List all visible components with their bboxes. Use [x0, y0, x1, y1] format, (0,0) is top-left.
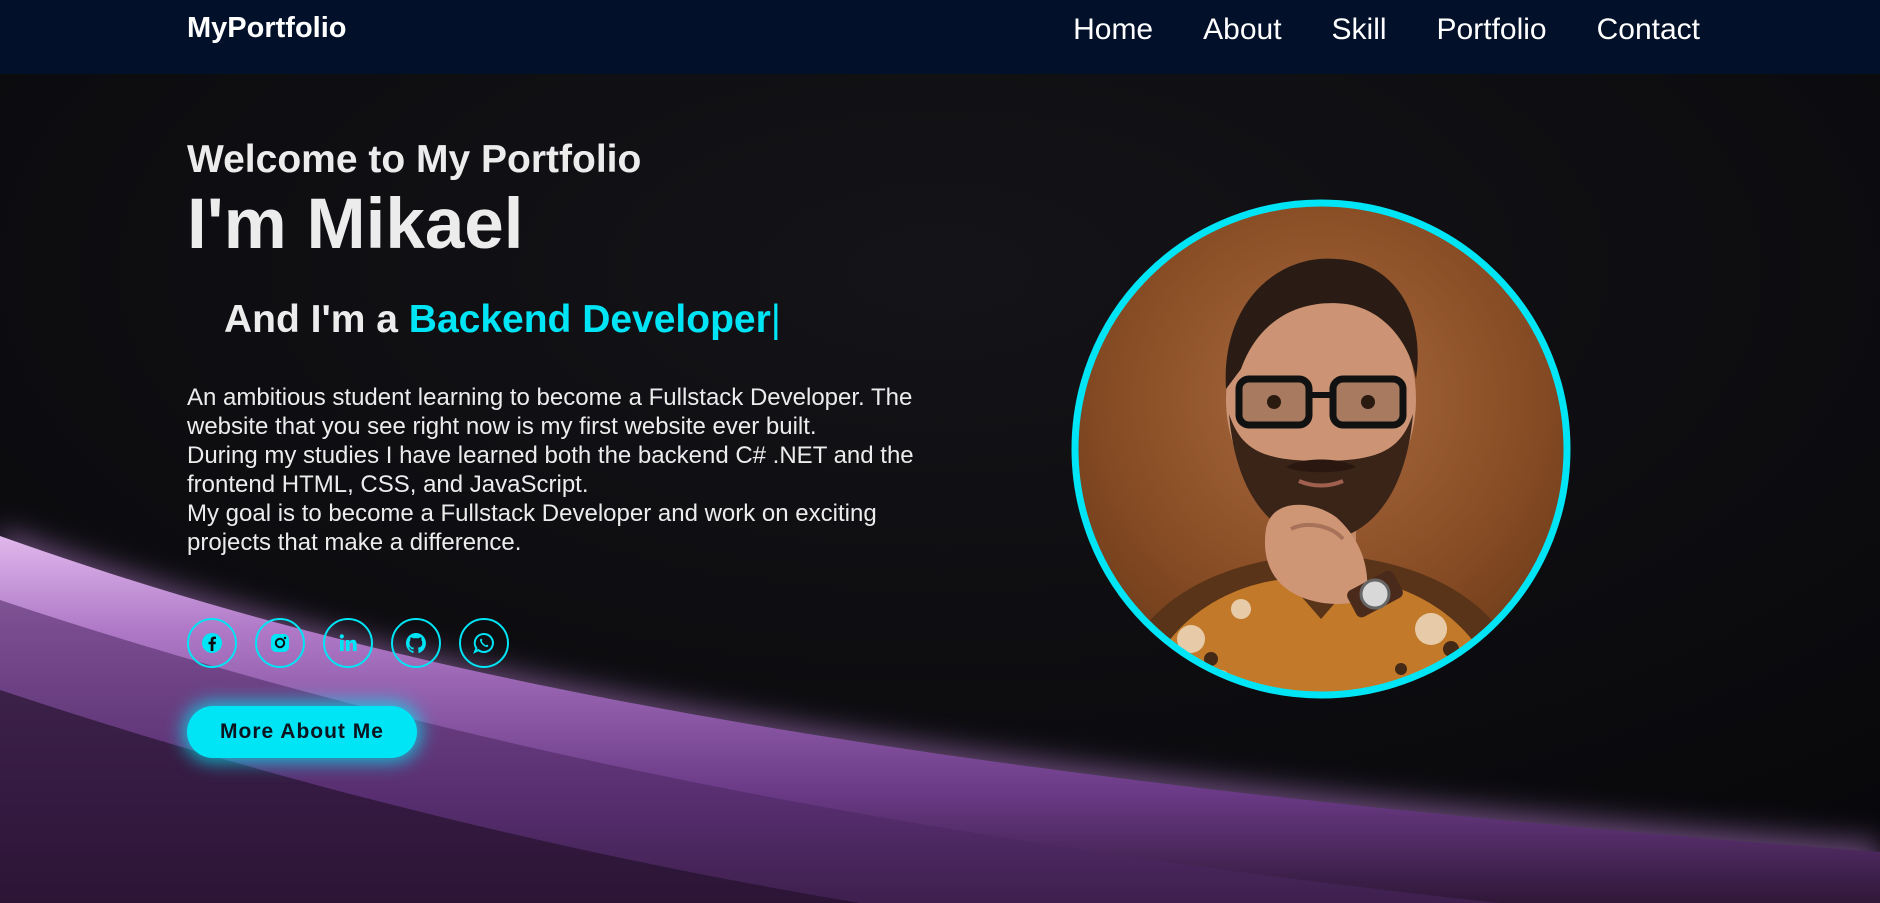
profile-avatar — [1071, 199, 1571, 699]
nav-skill[interactable]: Skill — [1332, 12, 1387, 48]
facebook-link[interactable] — [187, 618, 237, 668]
bio-paragraph: My goal is to become a Fullstack Develop… — [187, 500, 877, 556]
github-icon — [406, 633, 426, 654]
welcome-heading: Welcome to My Portfolio — [187, 138, 642, 181]
facebook-icon — [202, 633, 222, 653]
portfolio-page: MyPortfolio Home About Skill Portfolio C… — [0, 0, 1880, 903]
name-heading: I'm Mikael — [187, 185, 524, 264]
nav-about[interactable]: About — [1203, 12, 1281, 48]
top-navbar: MyPortfolio Home About Skill Portfolio C… — [0, 0, 1880, 74]
role-heading: And I'm a Backend Developer| — [224, 298, 781, 342]
bio-paragraph: During my studies I have learned both th… — [187, 442, 914, 498]
linkedin-icon — [339, 634, 357, 651]
bio-paragraph: An ambitious student learning to become … — [187, 384, 913, 440]
typing-cursor: | — [770, 298, 781, 341]
role-prefix: And I'm a — [224, 298, 409, 341]
github-link[interactable] — [391, 618, 441, 668]
linkedin-link[interactable] — [323, 618, 373, 668]
typed-role: Backend Developer — [408, 298, 771, 341]
nav-contact[interactable]: Contact — [1597, 12, 1700, 48]
nav-home[interactable]: Home — [1073, 12, 1153, 48]
bio-text: An ambitious student learning to become … — [187, 383, 957, 557]
logo-link[interactable]: MyPortfolio — [187, 12, 347, 45]
social-links — [187, 618, 527, 668]
instagram-link[interactable] — [255, 618, 305, 668]
whatsapp-icon — [473, 632, 494, 654]
nav-portfolio[interactable]: Portfolio — [1437, 12, 1547, 48]
more-about-me-button[interactable]: More About Me — [187, 706, 417, 758]
instagram-icon — [271, 634, 289, 652]
whatsapp-link[interactable] — [459, 618, 509, 668]
main-nav: Home About Skill Portfolio Contact — [1023, 12, 1700, 48]
